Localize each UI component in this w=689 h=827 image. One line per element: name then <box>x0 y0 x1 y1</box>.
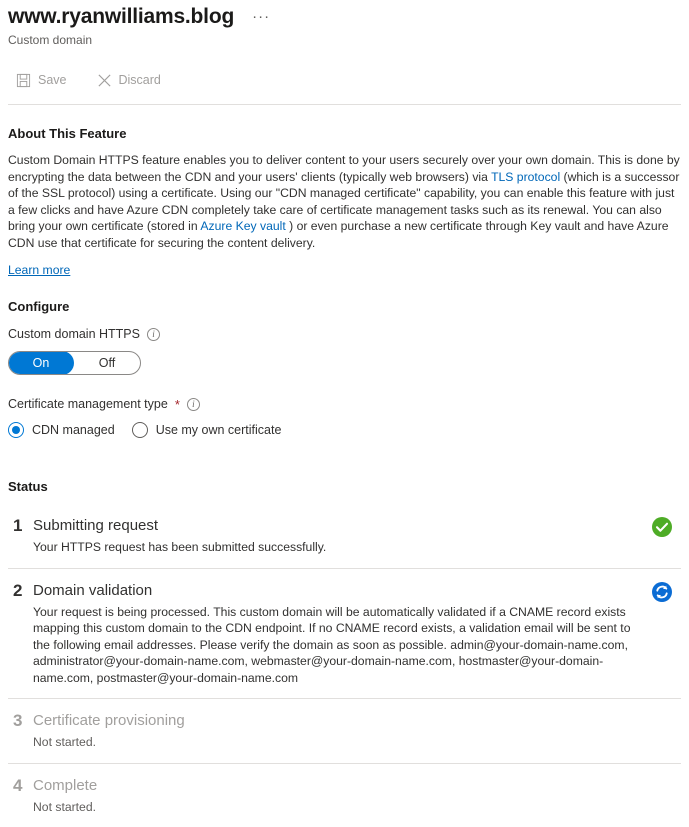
status-step-2: 2 Domain validation Your request is bein… <box>8 569 681 699</box>
step-body: Submitting request Your HTTPS request ha… <box>33 515 651 556</box>
save-label: Save <box>38 73 67 87</box>
https-toggle-label-row: Custom domain HTTPS i <box>8 326 681 343</box>
status-step-1: 1 Submitting request Your HTTPS request … <box>8 504 681 568</box>
success-check-icon <box>651 516 673 538</box>
title-row: www.ryanwilliams.blog ··· <box>8 4 681 30</box>
toggle-option-on[interactable]: On <box>8 351 74 375</box>
page-header: www.ryanwilliams.blog ··· Custom domain <box>8 0 681 48</box>
status-section: Status 1 Submitting request Your HTTPS r… <box>8 478 681 827</box>
cert-type-label-row: Certificate management type * i <box>8 396 681 413</box>
step-status-icon-placeholder <box>651 711 673 733</box>
step-title: Complete <box>33 775 639 796</box>
status-heading: Status <box>8 478 681 496</box>
step-status-icon-placeholder <box>651 776 673 798</box>
azure-key-vault-link[interactable]: Azure Key vault <box>200 219 285 233</box>
radio-button-selected-icon[interactable] <box>8 422 24 438</box>
step-body: Domain validation Your request is being … <box>33 580 651 687</box>
tls-protocol-link[interactable]: TLS protocol <box>491 170 560 184</box>
required-indicator: * <box>175 399 180 411</box>
save-icon <box>16 73 31 88</box>
page-title: www.ryanwilliams.blog <box>8 4 234 30</box>
step-title: Certificate provisioning <box>33 710 639 731</box>
step-number: 3 <box>8 710 33 731</box>
toggle-option-off[interactable]: Off <box>74 352 140 374</box>
step-description: Not started. <box>33 799 639 816</box>
step-body: Certificate provisioning Not started. <box>33 710 651 751</box>
discard-label: Discard <box>119 73 161 87</box>
about-paragraph: Custom Domain HTTPS feature enables you … <box>8 152 681 251</box>
configure-heading: Configure <box>8 298 681 316</box>
status-step-4: 4 Complete Not started. <box>8 764 681 827</box>
step-title: Domain validation <box>33 580 639 601</box>
radio-own-certificate-label: Use my own certificate <box>156 423 282 437</box>
step-description: Your HTTPS request has been submitted su… <box>33 539 639 556</box>
radio-cdn-managed[interactable]: CDN managed <box>8 422 115 438</box>
custom-domain-https-page: www.ryanwilliams.blog ··· Custom domain … <box>0 0 689 827</box>
page-subtitle: Custom domain <box>8 32 681 48</box>
radio-cdn-managed-label: CDN managed <box>32 423 115 437</box>
learn-more-link[interactable]: Learn more <box>8 262 70 278</box>
more-options-icon[interactable]: ··· <box>248 4 274 30</box>
radio-button-unselected-icon[interactable] <box>132 422 148 438</box>
cert-type-radio-group: CDN managed Use my own certificate <box>8 422 681 438</box>
status-steps-list: 1 Submitting request Your HTTPS request … <box>8 504 681 827</box>
step-number: 4 <box>8 775 33 796</box>
info-icon[interactable]: i <box>147 328 160 341</box>
cert-type-label: Certificate management type <box>8 396 168 413</box>
step-number: 1 <box>8 515 33 536</box>
radio-own-certificate[interactable]: Use my own certificate <box>132 422 282 438</box>
step-description: Not started. <box>33 734 639 751</box>
step-number: 2 <box>8 580 33 601</box>
command-bar: Save Discard <box>8 62 681 98</box>
step-description: Your request is being processed. This cu… <box>33 604 639 687</box>
sync-in-progress-icon <box>651 581 673 603</box>
discard-button[interactable]: Discard <box>89 69 169 92</box>
save-button[interactable]: Save <box>8 69 75 92</box>
status-step-3: 3 Certificate provisioning Not started. <box>8 699 681 763</box>
header-divider <box>8 104 681 105</box>
close-icon <box>97 73 112 88</box>
about-heading: About This Feature <box>8 125 681 143</box>
step-title: Submitting request <box>33 515 639 536</box>
configure-section: Configure Custom domain HTTPS i On Off C… <box>8 298 681 438</box>
about-section: About This Feature Custom Domain HTTPS f… <box>8 125 681 279</box>
custom-domain-https-toggle[interactable]: On Off <box>8 351 141 375</box>
https-toggle-label: Custom domain HTTPS <box>8 326 140 343</box>
info-icon[interactable]: i <box>187 398 200 411</box>
step-body: Complete Not started. <box>33 775 651 816</box>
